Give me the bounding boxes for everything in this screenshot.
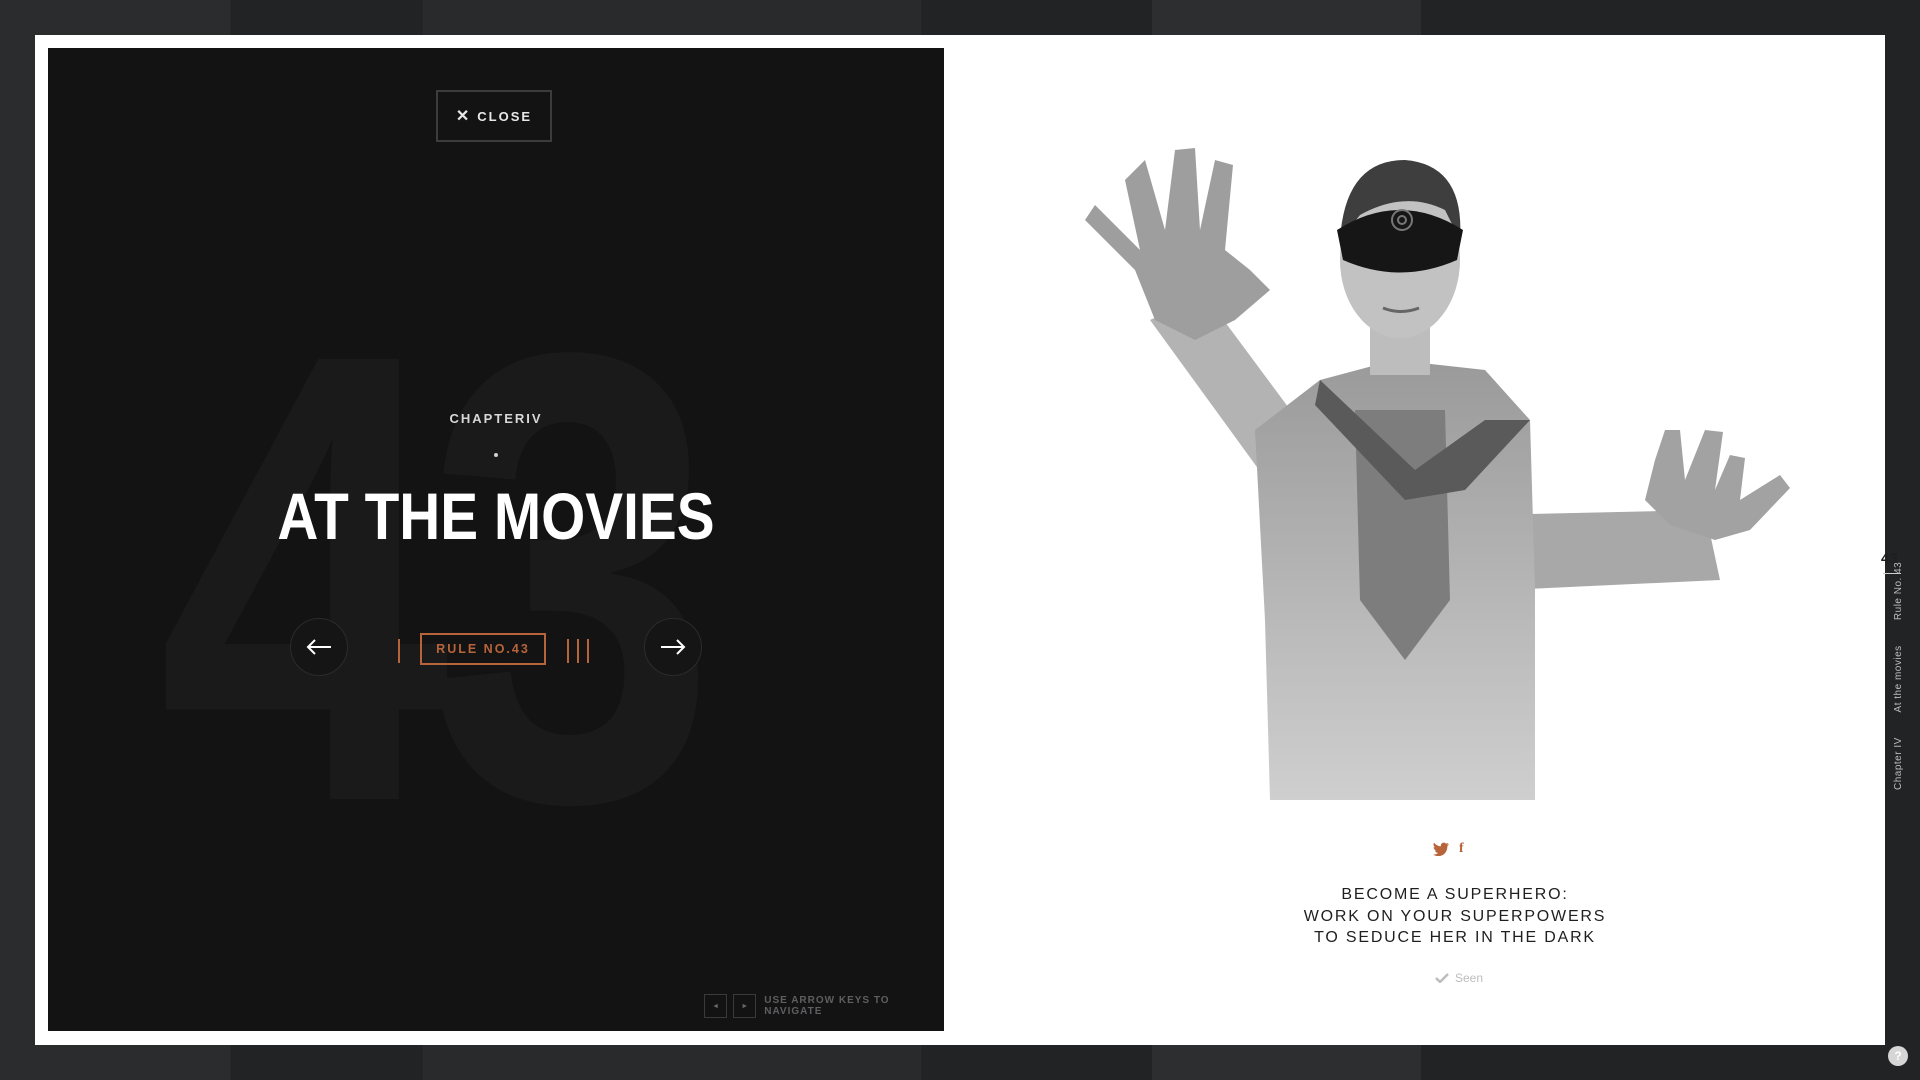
rule-intro-panel: 43 ✕ CLOSE CHAPTERIV AT THE MOVIES RULE … (48, 48, 944, 1031)
left-key-icon: ◄ (704, 994, 728, 1018)
superhero-illustration (1085, 148, 1790, 800)
seen-label: Seen (1455, 971, 1484, 985)
keyboard-hint: ◄ ► USE ARROW KEYS TO NAVIGATE (704, 994, 944, 1018)
modal-frame: 43 ✕ CLOSE CHAPTERIV AT THE MOVIES RULE … (35, 35, 1908, 1066)
next-rule-button[interactable] (644, 618, 702, 676)
rule-number-badge[interactable]: RULE NO.43 (420, 633, 546, 665)
side-rule: Rule No. 43 (1893, 561, 1904, 621)
quote-line: BECOME A SUPERHERO: (1341, 886, 1569, 903)
rule-quote: BECOME A SUPERHERO: WORK ON YOUR SUPERPO… (1235, 884, 1675, 949)
quote-line: WORK ON YOUR SUPERPOWERS (1303, 907, 1607, 925)
seen-toggle[interactable]: Seen (1435, 971, 1483, 985)
arrow-right-icon (661, 639, 686, 655)
close-label: CLOSE (477, 108, 533, 124)
background-rule-number: 43 (158, 220, 717, 935)
chapter-label: CHAPTERIV (449, 411, 543, 426)
separator-dot (494, 453, 498, 457)
progress-tick (577, 639, 579, 663)
progress-tick-left (398, 639, 400, 663)
keyboard-hint-text: USE ARROW KEYS TO NAVIGATE (764, 995, 890, 1017)
close-button[interactable]: ✕ CLOSE (436, 90, 552, 142)
arrow-left-icon (306, 639, 331, 655)
close-icon: ✕ (455, 108, 472, 125)
checkmark-icon (1435, 973, 1449, 983)
side-breadcrumb: Chapter IV At the movies Rule No. 43 (1893, 540, 1904, 790)
side-chapter: Chapter IV (1893, 737, 1904, 790)
side-title: At the movies (1893, 645, 1904, 713)
progress-tick (587, 639, 589, 663)
twitter-icon[interactable] (1433, 842, 1449, 856)
previous-rule-button[interactable] (290, 618, 348, 676)
quote-line: TO SEDUCE HER IN THE DARK (1314, 929, 1596, 946)
progress-tick (567, 639, 569, 663)
facebook-icon[interactable]: f (1459, 841, 1464, 857)
help-icon[interactable]: ? (1888, 1046, 1908, 1066)
share-links: f (1433, 841, 1464, 857)
page-title: AT THE MOVIES (277, 479, 715, 553)
right-key-icon: ► (733, 994, 757, 1018)
